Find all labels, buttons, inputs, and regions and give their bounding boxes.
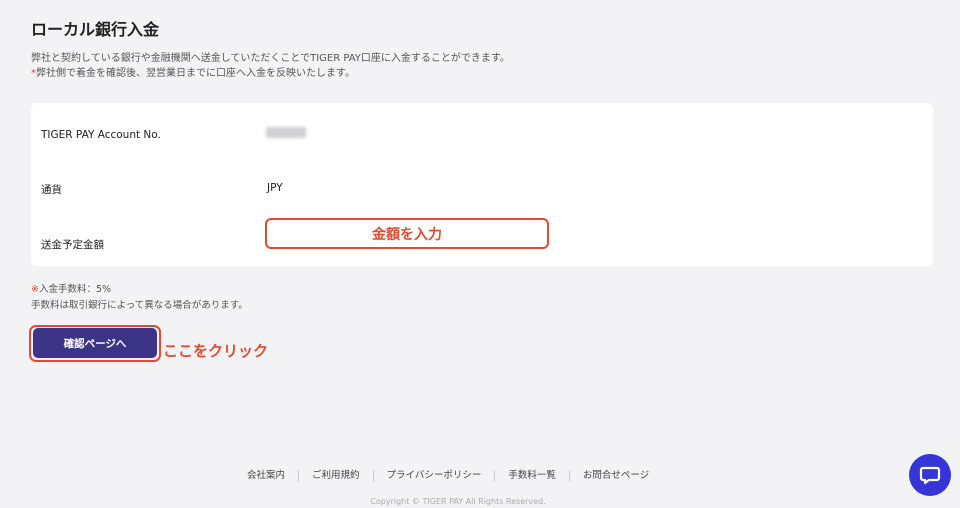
confirm-page-button[interactable]: 確認ページへ [33,328,157,358]
footer-link-terms[interactable]: ご利用規約 [299,470,374,482]
chat-bubble-icon [919,466,941,485]
footer-link-company[interactable]: 会社案内 [234,470,300,482]
fee-line-1: ※入金手数料：5% [31,282,248,298]
currency-value: JPY [267,182,283,194]
fee-line-1-text: 入金手数料：5% [38,284,112,295]
chat-button[interactable] [909,454,951,496]
account-number-value-blurred [266,127,306,138]
click-hint-annotation: ここをクリック [163,342,269,360]
description-line-1: 弊社と契約している銀行や金融機関へ送金していただくことでTIGER PAY口座に… [31,53,510,64]
amount-input[interactable]: 金額を入力 [265,218,549,249]
copyright: Copyright © TIGER PAY All Rights Reserve… [370,497,546,506]
fee-line-2: 手数料は取引銀行によって異なる場合があります。 [31,300,248,311]
description-line-2-text: 弊社側で着金を確認後、翌営業日までに口座へ入金を反映いたします。 [36,68,355,79]
fee-mark: ※ [31,284,39,295]
page-title: ローカル銀行入金 [31,20,160,39]
footer-link-privacy[interactable]: プライバシーポリシー [374,470,496,482]
fee-notice: ※入金手数料：5% 手数料は取引銀行によって異なる場合があります。 [31,282,248,314]
footer-links: 会社案内 ご利用規約 プライバシーポリシー 手数料一覧 お問合せページ [234,470,662,482]
footer-link-contact[interactable]: お問合せページ [570,470,662,482]
amount-label: 送金予定金額 [41,239,104,251]
deposit-form-card: TIGER PAY Account No. 通貨 JPY 送金予定金額 金額を入… [31,103,933,266]
description-line-2: *弊社側で着金を確認後、翌営業日までに口座へ入金を反映いたします。 [31,66,510,81]
account-number-label: TIGER PAY Account No. [41,129,161,141]
page-description: 弊社と契約している銀行や金融機関へ送金していただくことでTIGER PAY口座に… [31,51,510,81]
footer-link-fees[interactable]: 手数料一覧 [495,470,570,482]
amount-input-annotation: 金額を入力 [372,226,442,243]
currency-label: 通貨 [41,184,62,196]
